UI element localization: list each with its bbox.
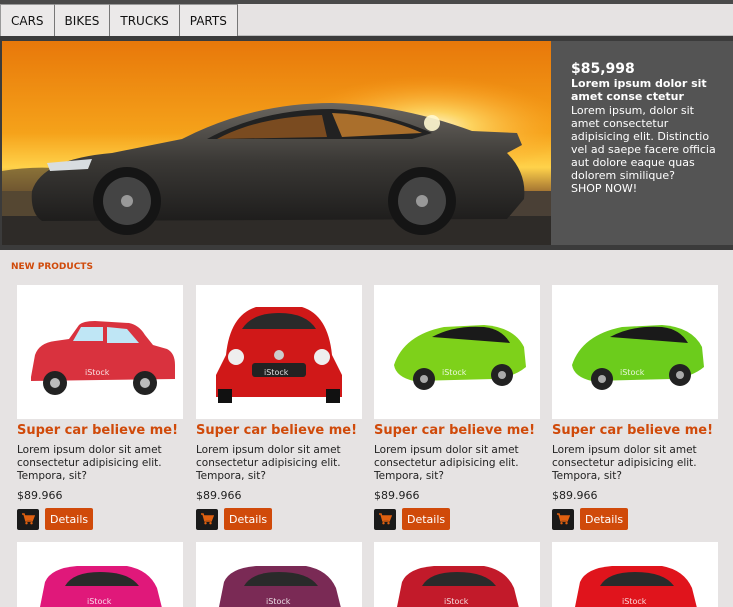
product-description: Lorem ipsum dolor sit amet consectetur a… <box>552 444 697 482</box>
svg-text:iStock: iStock <box>85 368 110 377</box>
details-button[interactable]: Details <box>224 508 273 530</box>
nav-item-trucks[interactable]: TRUCKS <box>110 4 180 36</box>
product-image[interactable]: iStock <box>17 285 183 419</box>
product-card: iStock Super car believe me! Lorem ipsum… <box>196 285 366 530</box>
add-to-cart-button[interactable] <box>196 508 218 530</box>
car-illustration: iStock <box>552 285 718 419</box>
hero-car-illustration <box>2 41 551 245</box>
car-illustration: iStock <box>196 542 362 607</box>
add-to-cart-button[interactable] <box>552 508 574 530</box>
svg-text:iStock: iStock <box>264 368 289 377</box>
product-card: iStock <box>17 542 187 607</box>
product-title[interactable]: Super car believe me! <box>196 422 366 439</box>
product-card: iStock <box>552 542 722 607</box>
nav-item-cars[interactable]: CARS <box>0 4 55 36</box>
add-to-cart-button[interactable] <box>17 508 39 530</box>
product-title[interactable]: Super car believe me! <box>17 422 187 439</box>
product-title[interactable]: Super car believe me! <box>374 422 544 439</box>
product-description: Lorem ipsum dolor sit amet consectetur a… <box>374 444 519 482</box>
product-image[interactable]: iStock <box>552 285 718 419</box>
details-button[interactable]: Details <box>45 508 94 530</box>
product-card: iStock <box>374 542 544 607</box>
hero-description: Lorem ipsum, dolor sit amet consectetur … <box>571 104 716 182</box>
product-actions: Details <box>552 508 722 530</box>
product-description: Lorem ipsum dolor sit amet consectetur a… <box>196 444 341 482</box>
cart-icon <box>21 510 36 529</box>
svg-text:iStock: iStock <box>266 597 291 606</box>
details-button[interactable]: Details <box>402 508 451 530</box>
car-illustration: iStock <box>17 285 183 419</box>
cart-icon <box>378 510 393 529</box>
section-title: NEW PRODUCTS <box>11 262 93 272</box>
hero-title: Lorem ipsum dolor sit amet conse ctetur <box>571 77 707 103</box>
details-button[interactable]: Details <box>580 508 629 530</box>
svg-text:iStock: iStock <box>442 368 467 377</box>
product-card: iStock Super car believe me! Lorem ipsum… <box>374 285 544 530</box>
svg-text:iStock: iStock <box>444 597 469 606</box>
product-price: $89.966 <box>196 489 242 502</box>
add-to-cart-button[interactable] <box>374 508 396 530</box>
product-price: $89.966 <box>552 489 598 502</box>
main-nav: CARS BIKES TRUCKS PARTS <box>0 4 733 36</box>
cart-icon <box>556 510 571 529</box>
hero-panel: $85,998 Lorem ipsum dolor sit amet conse… <box>551 41 733 245</box>
shop-now-link[interactable]: SHOP NOW! <box>571 182 723 195</box>
product-actions: Details <box>17 508 187 530</box>
nav-item-bikes[interactable]: BIKES <box>54 4 111 36</box>
car-illustration: iStock <box>17 542 183 607</box>
product-description: Lorem ipsum dolor sit amet consectetur a… <box>17 444 162 482</box>
product-image[interactable]: iStock <box>196 285 362 419</box>
product-title[interactable]: Super car believe me! <box>552 422 722 439</box>
svg-text:iStock: iStock <box>87 597 112 606</box>
hero-image <box>2 41 551 245</box>
product-actions: Details <box>196 508 366 530</box>
car-illustration: iStock <box>374 285 540 419</box>
product-card: iStock Super car believe me! Lorem ipsum… <box>552 285 722 530</box>
product-image[interactable]: iStock <box>374 542 540 607</box>
product-image[interactable]: iStock <box>552 542 718 607</box>
product-image[interactable]: iStock <box>196 542 362 607</box>
product-actions: Details <box>374 508 544 530</box>
nav-item-parts[interactable]: PARTS <box>179 4 238 36</box>
car-illustration: iStock <box>196 285 362 419</box>
product-image[interactable]: iStock <box>17 542 183 607</box>
svg-text:iStock: iStock <box>622 597 647 606</box>
product-card: iStock <box>196 542 366 607</box>
product-image[interactable]: iStock <box>374 285 540 419</box>
car-illustration: iStock <box>552 542 718 607</box>
product-card: iStock Super car believe me! Lorem ipsum… <box>17 285 187 530</box>
product-price: $89.966 <box>374 489 420 502</box>
car-illustration: iStock <box>374 542 540 607</box>
svg-text:iStock: iStock <box>620 368 645 377</box>
hero-price: $85,998 <box>571 61 635 77</box>
product-price: $89.966 <box>17 489 63 502</box>
cart-icon <box>200 510 215 529</box>
